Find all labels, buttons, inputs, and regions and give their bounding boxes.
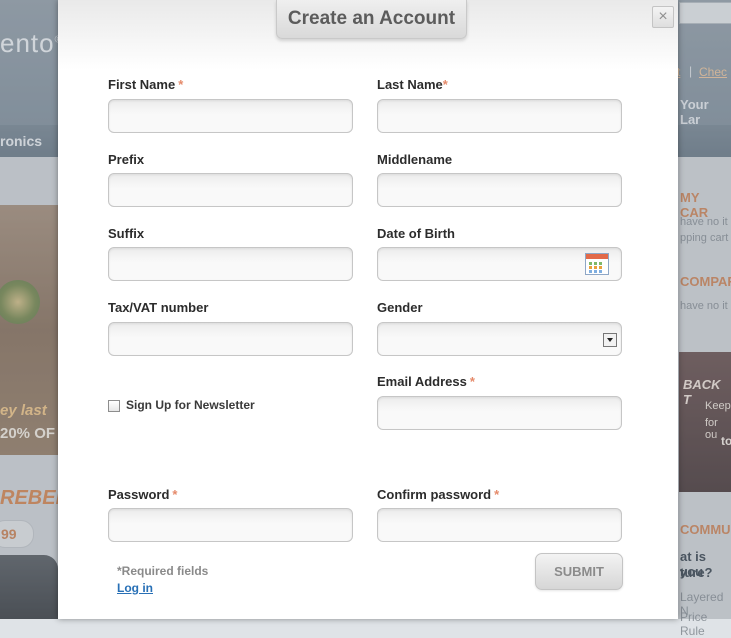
dob-input[interactable]	[377, 247, 622, 281]
first-name-input[interactable]	[108, 99, 353, 133]
confirm-password-input[interactable]	[377, 508, 622, 542]
taxvat-label: Tax/VAT number	[108, 300, 209, 315]
password-label: Password *	[108, 487, 178, 502]
newsletter-checkbox[interactable]	[108, 400, 120, 412]
suffix-label: Suffix	[108, 226, 145, 241]
last-name-input[interactable]	[377, 99, 622, 133]
email-label: Email Address *	[377, 374, 475, 389]
password-input[interactable]	[108, 508, 353, 542]
login-link[interactable]: Log in	[117, 581, 153, 595]
gender-label: Gender	[377, 300, 423, 315]
close-icon[interactable]: ×	[652, 6, 674, 28]
suffix-input[interactable]	[108, 247, 353, 281]
middlename-label: Middlename	[377, 152, 453, 167]
newsletter-label[interactable]: Sign Up for Newsletter	[126, 398, 255, 412]
chevron-down-icon[interactable]	[603, 333, 617, 347]
gender-select[interactable]	[377, 322, 622, 356]
taxvat-input[interactable]	[108, 322, 353, 356]
prefix-label: Prefix	[108, 152, 145, 167]
modal-title: Create an Account	[276, 0, 467, 39]
prefix-input[interactable]	[108, 173, 353, 207]
email-input[interactable]	[377, 396, 622, 430]
calendar-icon[interactable]	[585, 253, 609, 275]
submit-button[interactable]: SUBMIT	[535, 553, 623, 590]
first-name-label: First Name *	[108, 77, 184, 92]
confirm-password-label: Confirm password *	[377, 487, 500, 502]
last-name-label: Last Name*	[377, 77, 448, 92]
middlename-input[interactable]	[377, 173, 622, 207]
dob-label: Date of Birth	[377, 226, 455, 241]
required-fields-note: *Required fields	[117, 564, 209, 578]
create-account-modal: Create an Account × First Name * Last Nam…	[58, 0, 678, 619]
